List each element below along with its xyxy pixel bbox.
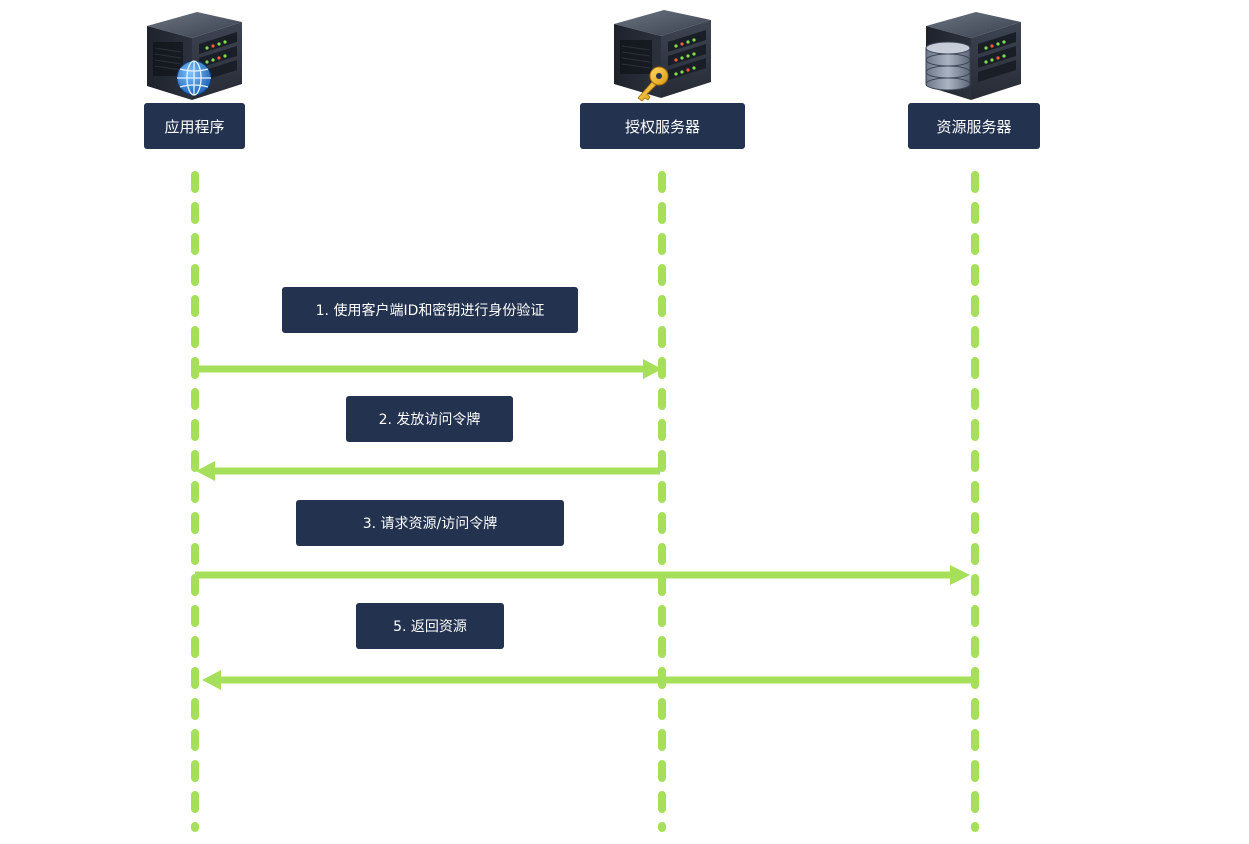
arrow-5-resource-to-app (202, 670, 977, 690)
participant-auth-label: 授权服务器 (580, 103, 745, 149)
arrow-2-auth-to-app (196, 461, 660, 481)
participant-resource-label: 资源服务器 (908, 103, 1040, 149)
message-1-label: 1. 使用客户端ID和密钥进行身份验证 (282, 287, 578, 333)
key-server-icon (614, 10, 711, 102)
message-2-label: 2. 发放访问令牌 (346, 396, 513, 442)
globe-server-icon (147, 12, 242, 100)
database-server-icon (925, 12, 1021, 100)
message-5-label: 5. 返回资源 (356, 603, 504, 649)
arrow-3-app-to-resource (195, 565, 970, 585)
message-3-label: 3. 请求资源/访问令牌 (296, 500, 564, 546)
participant-app-label: 应用程序 (144, 103, 245, 149)
arrow-1-app-to-auth (195, 359, 662, 379)
